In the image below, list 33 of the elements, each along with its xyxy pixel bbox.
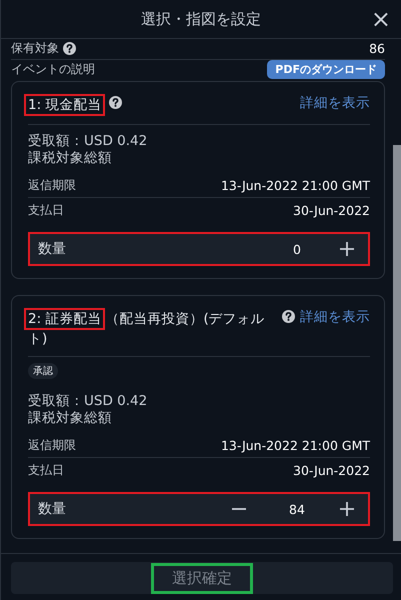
row-label: 支払日 [28,462,64,478]
details-link[interactable]: 詳細を表示 [300,94,370,112]
row-value: 13-Jun-2022 21:00 GMT [220,438,370,452]
quantity-value: 0 [292,242,302,256]
quantity-stepper[interactable]: 数量 0 [28,232,370,266]
details-link[interactable]: 詳細を表示 [300,308,370,326]
row-label: 返信期限 [28,176,76,194]
help-icon[interactable] [282,310,295,323]
amount-text: 受取額：USD 0.42 [28,133,148,150]
amount-note: 課税対象総額 [28,410,113,427]
help-icon[interactable] [63,42,76,56]
plus-icon [340,242,354,256]
pdf-download-button[interactable]: PDFのダウンロード [267,60,385,79]
row-value: 30-Jun-2022 [293,462,370,478]
plus-icon [340,502,354,516]
holding-value: 86 [369,41,385,56]
close-button[interactable]: × [366,7,395,31]
row-value: 13-Jun-2022 21:00 GMT [220,178,370,192]
status-badge: 承認 [28,363,58,379]
row-label: 支払日 [28,202,64,218]
amount-text: 受取額：USD 0.42 [28,393,148,410]
help-icon[interactable] [109,96,122,109]
dialog-title: 選択・指図を設定 [141,10,261,28]
quantity-label: 数量 [38,240,67,258]
quantity-value: 84 [288,502,306,516]
amount-note: 課税対象総額 [28,150,113,167]
quantity-label: 数量 [38,500,67,518]
row-label: 返信期限 [28,436,76,454]
holding-label: 保有対象 [11,40,59,58]
event-label: イベントの説明 [11,60,95,78]
row-value: 30-Jun-2022 [293,202,370,218]
scrollbar[interactable] [393,145,401,541]
quantity-stepper[interactable]: 数量 84 [28,492,370,526]
